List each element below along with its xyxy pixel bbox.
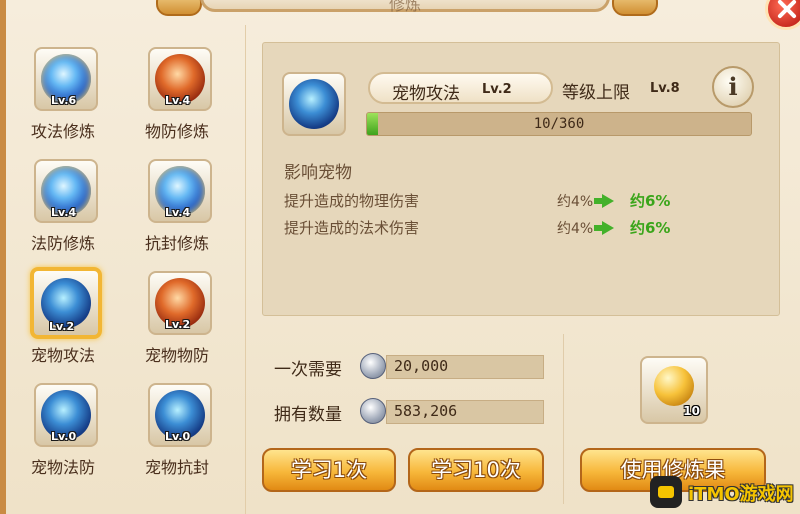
pet-attack-orb-icon: [289, 79, 339, 129]
top-left-ornament: [156, 0, 202, 16]
cost-own-row: 拥有数量 583,206: [274, 398, 554, 425]
title-bar: 修炼: [200, 0, 610, 14]
skill-name: 攻法修炼: [30, 122, 95, 141]
cost-own-label: 拥有数量: [274, 405, 342, 425]
level-cap-label: 等级上限: [562, 83, 630, 103]
skill-item-pet-seal-resist[interactable]: Lv.0 宠物抗封: [122, 371, 232, 483]
site-watermark: iTMO游戏网: [648, 474, 800, 514]
item-quantity: 10: [683, 404, 700, 418]
skill-name: 宠物物防: [144, 346, 209, 365]
skill-item-pet-defense[interactable]: Lv.2 宠物物防: [122, 259, 232, 371]
selected-skill-icon: [282, 72, 346, 136]
arrow-right-icon: [594, 194, 614, 208]
skill-item-attack-magic[interactable]: Lv.6 攻法修炼: [8, 35, 118, 147]
effect-current: 约4%: [557, 221, 594, 237]
training-fruit-slot[interactable]: 10: [640, 356, 708, 424]
skill-item-magic-defense[interactable]: Lv.4 法防修炼: [8, 147, 118, 259]
skill-name: 宠物攻法: [30, 346, 95, 365]
top-right-ornament: [612, 0, 658, 16]
silver-coin-icon: [360, 398, 386, 424]
skill-item-pet-magic-defense[interactable]: Lv.0 宠物法防: [8, 371, 118, 483]
skill-level: Lv.2: [482, 82, 512, 97]
effect-row: 提升造成的物理伤害 约4% 约6%: [284, 190, 764, 212]
effect-current: 约4%: [557, 194, 594, 210]
experience-progress-bar: 10/360: [366, 112, 752, 136]
learn-once-button[interactable]: 学习1次: [262, 448, 396, 492]
cost-once-label: 一次需要: [274, 360, 342, 380]
skill-name: 抗封修炼: [144, 234, 209, 253]
window-title: 修炼: [388, 0, 421, 14]
skill-name: 法防修炼: [30, 234, 95, 253]
watermark-text: iTMO游戏网: [688, 484, 794, 505]
learn-ten-button[interactable]: 学习10次: [408, 448, 544, 492]
skill-item-seal-resist[interactable]: Lv.4 抗封修炼: [122, 147, 232, 259]
effect-label: 提升造成的法术伤害: [284, 219, 420, 237]
golden-fruit-icon: [654, 366, 694, 406]
level-cap-value: Lv.8: [650, 81, 680, 96]
skill-item-physical-defense[interactable]: Lv.4 物防修炼: [122, 35, 232, 147]
skill-name: 宠物法防: [30, 458, 95, 477]
skill-name-pill: 宠物攻法 Lv.2: [368, 72, 553, 104]
skill-name: 宠物抗封: [144, 458, 209, 477]
cost-once-value: 20,000: [394, 357, 449, 375]
progress-text: 10/360: [533, 116, 585, 132]
robot-logo-icon: [650, 476, 682, 508]
divider: [563, 334, 564, 504]
arrow-right-icon: [594, 221, 614, 235]
effect-label: 提升造成的物理伤害: [284, 192, 420, 210]
affect-title: 影响宠物: [284, 163, 352, 183]
skill-item-pet-attack[interactable]: Lv.2 宠物攻法: [8, 259, 118, 371]
cost-once-row: 一次需要 20,000: [274, 353, 554, 380]
effect-next: 约6%: [630, 192, 671, 210]
skill-name: 物防修炼: [144, 122, 209, 141]
skill-title: 宠物攻法: [392, 84, 460, 104]
cost-own-value: 583,206: [394, 402, 458, 420]
silver-coin-icon: [360, 353, 386, 379]
info-button[interactable]: i: [712, 66, 754, 108]
effect-next: 约6%: [630, 219, 671, 237]
effect-row: 提升造成的法术伤害 约4% 约6%: [284, 217, 764, 239]
